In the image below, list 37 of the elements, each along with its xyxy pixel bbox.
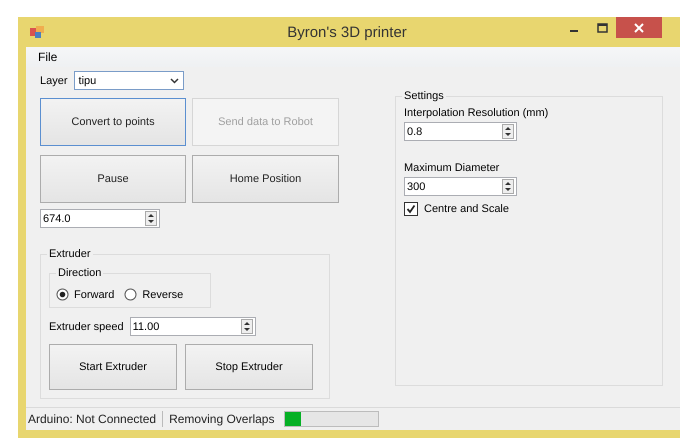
spin-arrows-icon[interactable] xyxy=(502,124,514,139)
spin-arrows-icon[interactable] xyxy=(502,179,514,194)
number-field[interactable]: 300 xyxy=(404,177,517,196)
radio-option[interactable]: Forward xyxy=(56,288,114,301)
chevron-down-icon xyxy=(170,78,179,84)
radio-icon xyxy=(124,288,138,301)
app-icon xyxy=(30,26,44,38)
checkmark-icon xyxy=(406,204,416,214)
spin-arrows-icon[interactable] xyxy=(240,319,253,334)
status-text: Removing Overlaps xyxy=(169,412,274,426)
close-button[interactable] xyxy=(616,17,662,38)
action-button[interactable]: Pause xyxy=(40,155,186,203)
speed-label: Extruder speed xyxy=(49,320,124,332)
minimize-icon xyxy=(570,30,578,32)
extruder-button[interactable]: Stop Extruder xyxy=(185,344,313,390)
spin-arrows-icon[interactable] xyxy=(145,211,157,226)
field-label: Maximum Diameter xyxy=(404,162,500,174)
extruder-button[interactable]: Start Extruder xyxy=(49,344,177,390)
field-label: Interpolation Resolution (mm) xyxy=(404,107,548,119)
close-icon xyxy=(634,22,644,32)
radio-icon xyxy=(56,288,69,301)
group-title: Direction xyxy=(56,267,104,279)
centre-scale-checkbox[interactable]: Centre and Scale xyxy=(404,202,509,216)
window-title: Byron's 3D printer xyxy=(286,24,408,40)
group-title: Extruder xyxy=(47,248,93,260)
status-text: Arduino: Not Connected xyxy=(28,412,156,426)
layer-dropdown[interactable]: tipu xyxy=(74,71,184,90)
menu-item[interactable]: File xyxy=(32,48,64,66)
number-field[interactable]: 674.0 xyxy=(40,209,160,228)
radio-option[interactable]: Reverse xyxy=(124,288,184,301)
number-field[interactable]: 11.00 xyxy=(130,317,256,336)
action-button[interactable]: Convert to points xyxy=(40,98,186,146)
number-field[interactable]: 0.8 xyxy=(404,122,517,141)
action-button[interactable]: Home Position xyxy=(192,155,339,203)
maximize-icon xyxy=(596,22,608,32)
group-title: Settings xyxy=(402,90,446,102)
layer-label: Layer xyxy=(40,74,68,86)
